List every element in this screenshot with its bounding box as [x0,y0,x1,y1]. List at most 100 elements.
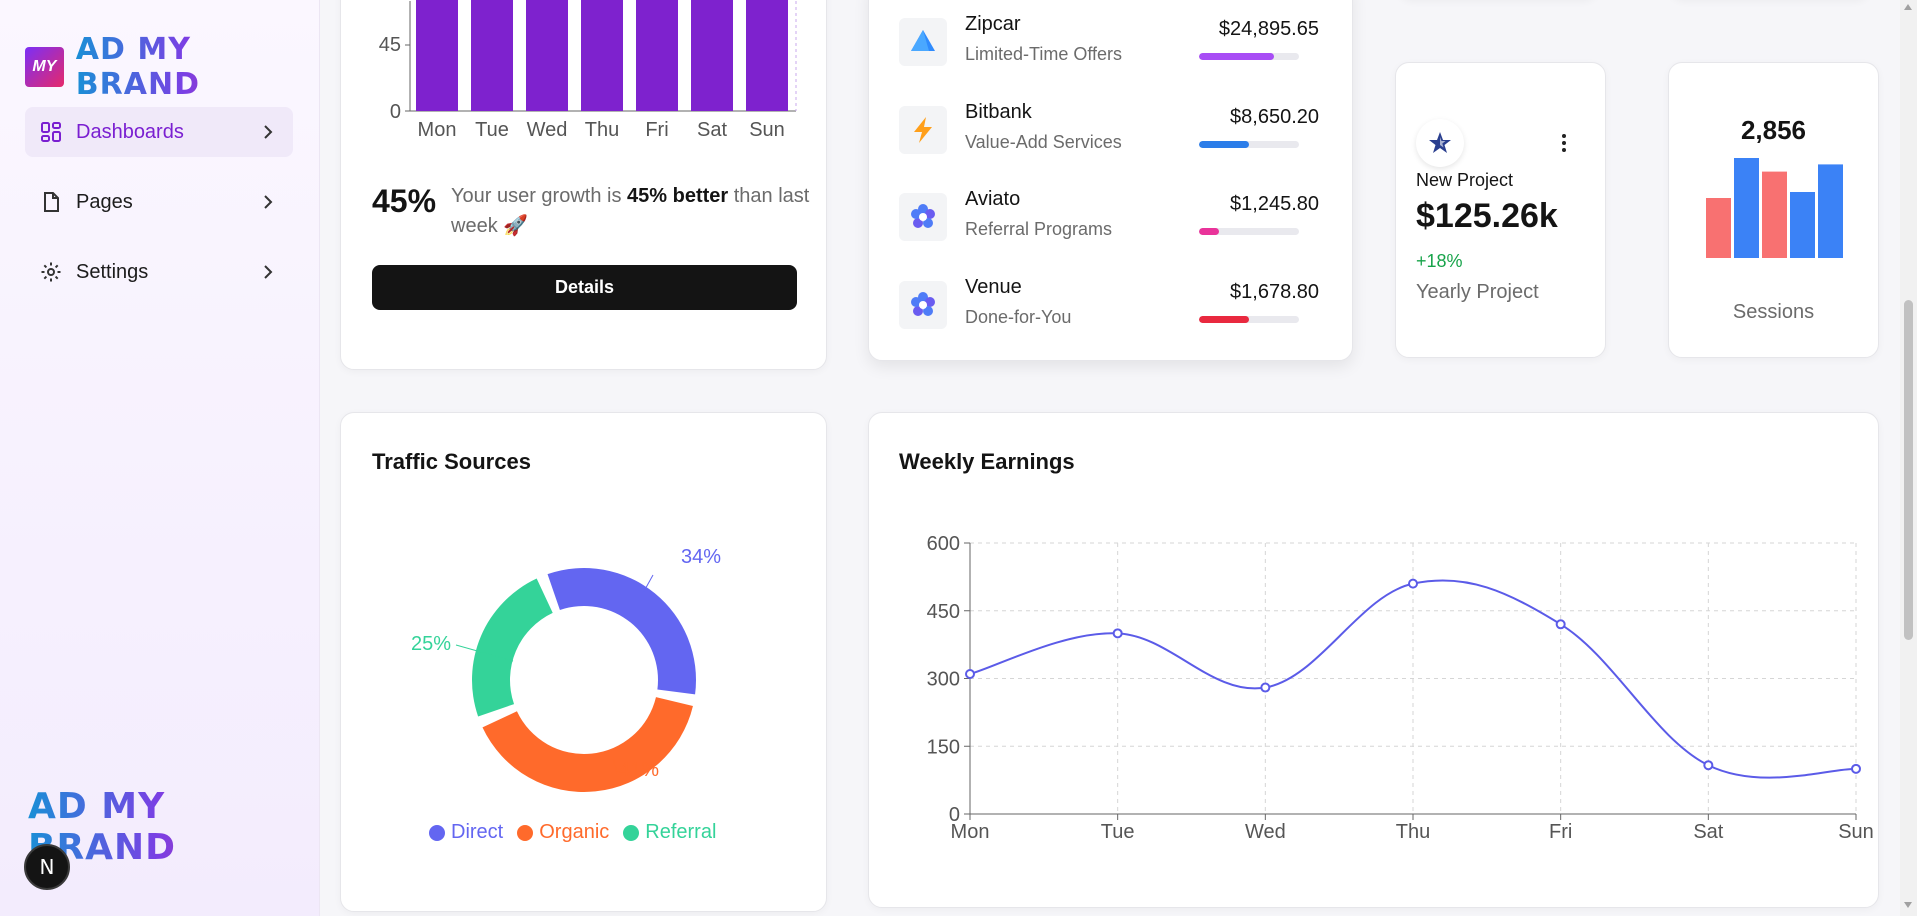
brand-subtitle: Done-for-You [965,307,1072,327]
progress-bar [1199,141,1299,148]
slice-label: 34% [681,546,721,568]
sidebar-item-pages[interactable]: Pages [25,177,293,227]
x-tick-label: Mon [951,821,990,843]
chevron-right-icon [258,262,278,282]
brand-logo[interactable]: MY AD MY BRAND [25,32,319,102]
growth-bar[interactable] [581,0,623,111]
growth-bar[interactable] [691,0,733,111]
data-point[interactable] [1260,682,1271,693]
details-button[interactable]: Details [372,265,797,310]
logo-mark-icon: MY [25,47,64,87]
x-tick-label: Wed [1245,821,1286,843]
data-point[interactable] [1555,619,1566,630]
brand-amount: $1,245.80 [1230,193,1319,215]
traffic-sources-card: Traffic Sources 34% 41% 25% Direct Organic… [340,412,827,912]
progress-bar [1199,316,1299,323]
x-tick-label: Tue [1101,821,1135,843]
sessions-bar [1818,164,1843,258]
x-tick-label: Sat [697,119,727,141]
y-tick-label: 600 [927,533,960,555]
growth-bar-chart: 45 0 Mon Tue Wed Thu Fri Sat Sun [379,0,797,141]
growth-bar[interactable] [746,0,788,111]
growth-bar[interactable] [526,0,568,111]
growth-description: Your user growth is 45% better than last… [451,185,810,237]
progress-bar [1199,228,1299,235]
sessions-label: Sessions [1732,301,1815,323]
more-options-icon[interactable] [1561,133,1567,153]
y-tick-label: 150 [927,736,960,758]
scrollbar-thumb[interactable] [1904,300,1913,640]
brand-earnings-card: Zipcar Limited-Time Offers $24,895.65 Bi… [868,0,1353,361]
x-tick-label: Mon [418,119,457,141]
dashboard-icon [40,121,62,143]
sidebar: MY AD MY BRAND Dashboards Pages Settings… [0,0,320,916]
brand-amount: $24,895.65 [1218,18,1319,40]
weekly-earnings-card: Weekly Earnings 0 150 300 450 600 Mon Tue Wed Th… [868,412,1879,908]
scroll-up-icon[interactable] [1904,4,1912,10]
star-icon [1416,119,1464,167]
sidebar-item-label: Settings [76,260,149,283]
y-tick-label: 450 [927,601,960,623]
project-change: +18% [1416,251,1463,271]
donut-slice-direct[interactable] [547,568,696,695]
data-point[interactable] [1112,628,1123,639]
brand-amount: $8,650.20 [1230,106,1319,128]
data-point[interactable] [1408,578,1418,589]
slice-label: 41% [619,759,659,781]
project-label: New Project [1416,170,1514,190]
legend-item-organic[interactable]: Organic [517,821,609,844]
list-item[interactable]: Zipcar Limited-Time Offers $24,895.65 [899,13,1319,73]
x-tick-label: Thu [1396,821,1430,843]
scrollbar[interactable] [1900,0,1917,916]
brand-name: Bitbank [965,101,1032,123]
sidebar-item-label: Pages [76,190,133,213]
sessions-card: 2,856 Sessions [1668,62,1879,358]
sidebar-item-dashboards[interactable]: Dashboards [25,107,293,157]
x-tick-label: Wed [527,119,568,141]
list-item[interactable]: Aviato Referral Programs $1,245.80 [899,188,1319,248]
brand-name: Zipcar [965,13,1021,35]
donut-slice-referral[interactable] [472,578,553,717]
y-tick-label: 300 [927,669,960,691]
list-item[interactable]: Venue Done-for-You $1,678.80 [899,276,1319,336]
brand-subtitle: Value-Add Services [965,132,1122,152]
chart-legend: Direct Organic Referral [429,821,716,844]
card-title: Traffic Sources [372,449,531,474]
list-item[interactable]: Bitbank Value-Add Services $8,650.20 [899,101,1319,161]
sessions-value: 2,856 [1740,115,1807,145]
growth-percent: 45% [372,183,437,219]
project-value: $125.26k [1416,197,1558,235]
chevron-right-icon [258,192,278,212]
data-point[interactable] [1851,763,1861,774]
data-point[interactable] [965,668,975,679]
x-tick-label: Fri [1549,821,1572,843]
sessions-bar [1790,192,1815,258]
user-growth-card: 45 0 Mon Tue Wed Thu Fri Sat Sun 45% Your user… [340,0,827,370]
scroll-down-icon[interactable] [1904,902,1912,908]
sidebar-nav: Dashboards Pages Settings [25,107,293,317]
legend-item-direct[interactable]: Direct [429,821,503,844]
project-subtitle: Yearly Project [1416,281,1539,303]
growth-bar[interactable] [471,0,513,111]
zipcar-icon [899,18,947,66]
logo-text: AD MY BRAND [76,32,319,102]
gear-icon [40,261,62,283]
traffic-donut-chart: 34% 41% 25% [411,546,721,792]
nextjs-badge-button[interactable]: N [24,844,70,890]
brand-amount: $1,678.80 [1230,281,1319,303]
new-project-card: New Project $125.26k +18% Yearly Project [1395,62,1606,358]
data-point[interactable] [1703,760,1714,771]
card-title: Weekly Earnings [899,449,1075,474]
legend-item-referral[interactable]: Referral [623,821,716,844]
chevron-right-icon [258,122,278,142]
progress-bar [1199,53,1299,60]
sessions-mini-chart [1706,158,1843,258]
sidebar-item-settings[interactable]: Settings [25,247,293,297]
brand-name: Aviato [965,188,1021,210]
donut-slice-organic[interactable] [482,697,693,792]
x-tick-label: Sun [1838,821,1874,843]
sessions-bar [1734,158,1759,258]
growth-bar[interactable] [416,0,458,111]
growth-bar[interactable] [636,0,678,111]
sessions-bar [1706,198,1731,258]
